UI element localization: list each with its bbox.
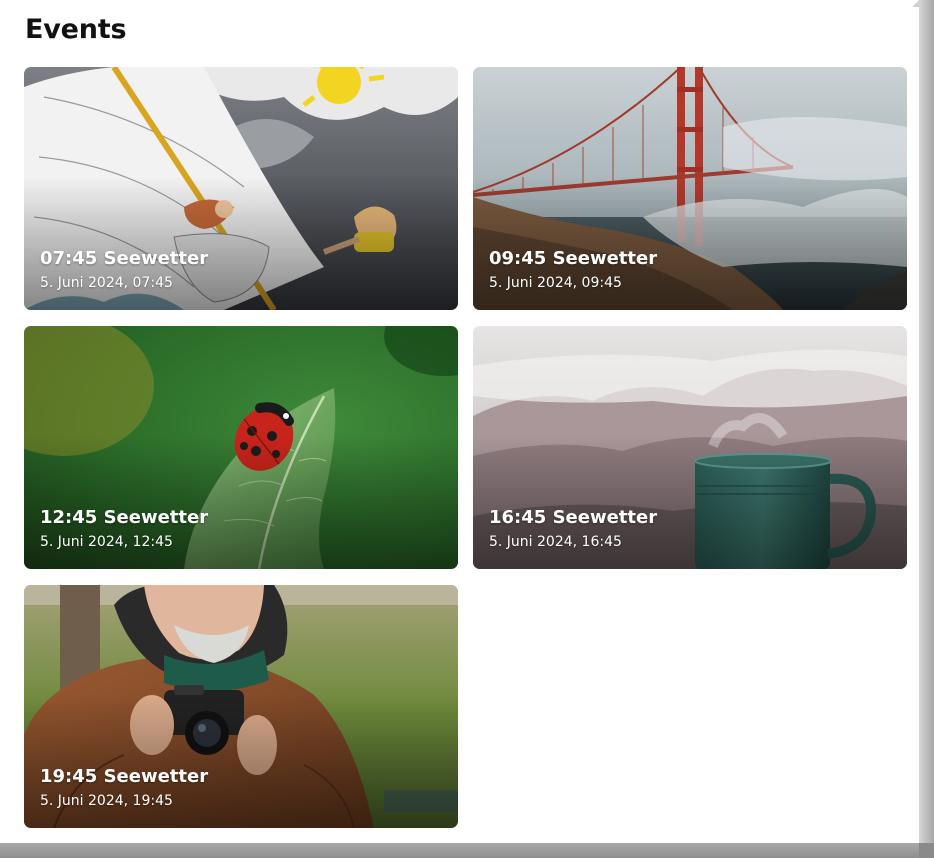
window-frame-corner xyxy=(912,0,919,7)
window-frame-corner xyxy=(919,843,934,858)
event-date: 5. Juni 2024, 07:45 xyxy=(40,275,173,291)
window-frame-right-edge xyxy=(919,0,934,858)
card-gradient-overlay xyxy=(24,585,458,828)
event-title: 12:45 Seewetter xyxy=(40,507,209,528)
event-card[interactable]: 19:45 Seewetter 5. Juni 2024, 19:45 xyxy=(24,585,458,828)
events-grid: 07:45 Seewetter 5. Juni 2024, 07:45 09:4… xyxy=(24,67,907,828)
event-card[interactable]: 09:45 Seewetter 5. Juni 2024, 09:45 xyxy=(473,67,907,310)
card-gradient-overlay xyxy=(24,326,458,569)
event-card[interactable]: 12:45 Seewetter 5. Juni 2024, 12:45 xyxy=(24,326,458,569)
event-date: 5. Juni 2024, 16:45 xyxy=(489,534,622,550)
window-frame-bottom-edge xyxy=(0,843,934,858)
event-title: 09:45 Seewetter xyxy=(489,248,658,269)
event-date: 5. Juni 2024, 19:45 xyxy=(40,793,173,809)
card-gradient-overlay xyxy=(473,67,907,310)
event-title: 19:45 Seewetter xyxy=(40,766,209,787)
card-gradient-overlay xyxy=(473,326,907,569)
event-date: 5. Juni 2024, 12:45 xyxy=(40,534,173,550)
card-gradient-overlay xyxy=(24,67,458,310)
event-title: 16:45 Seewetter xyxy=(489,507,658,528)
event-date: 5. Juni 2024, 09:45 xyxy=(489,275,622,291)
event-title: 07:45 Seewetter xyxy=(40,248,209,269)
page-title: Events xyxy=(25,14,127,45)
event-card[interactable]: 16:45 Seewetter 5. Juni 2024, 16:45 xyxy=(473,326,907,569)
event-card[interactable]: 07:45 Seewetter 5. Juni 2024, 07:45 xyxy=(24,67,458,310)
